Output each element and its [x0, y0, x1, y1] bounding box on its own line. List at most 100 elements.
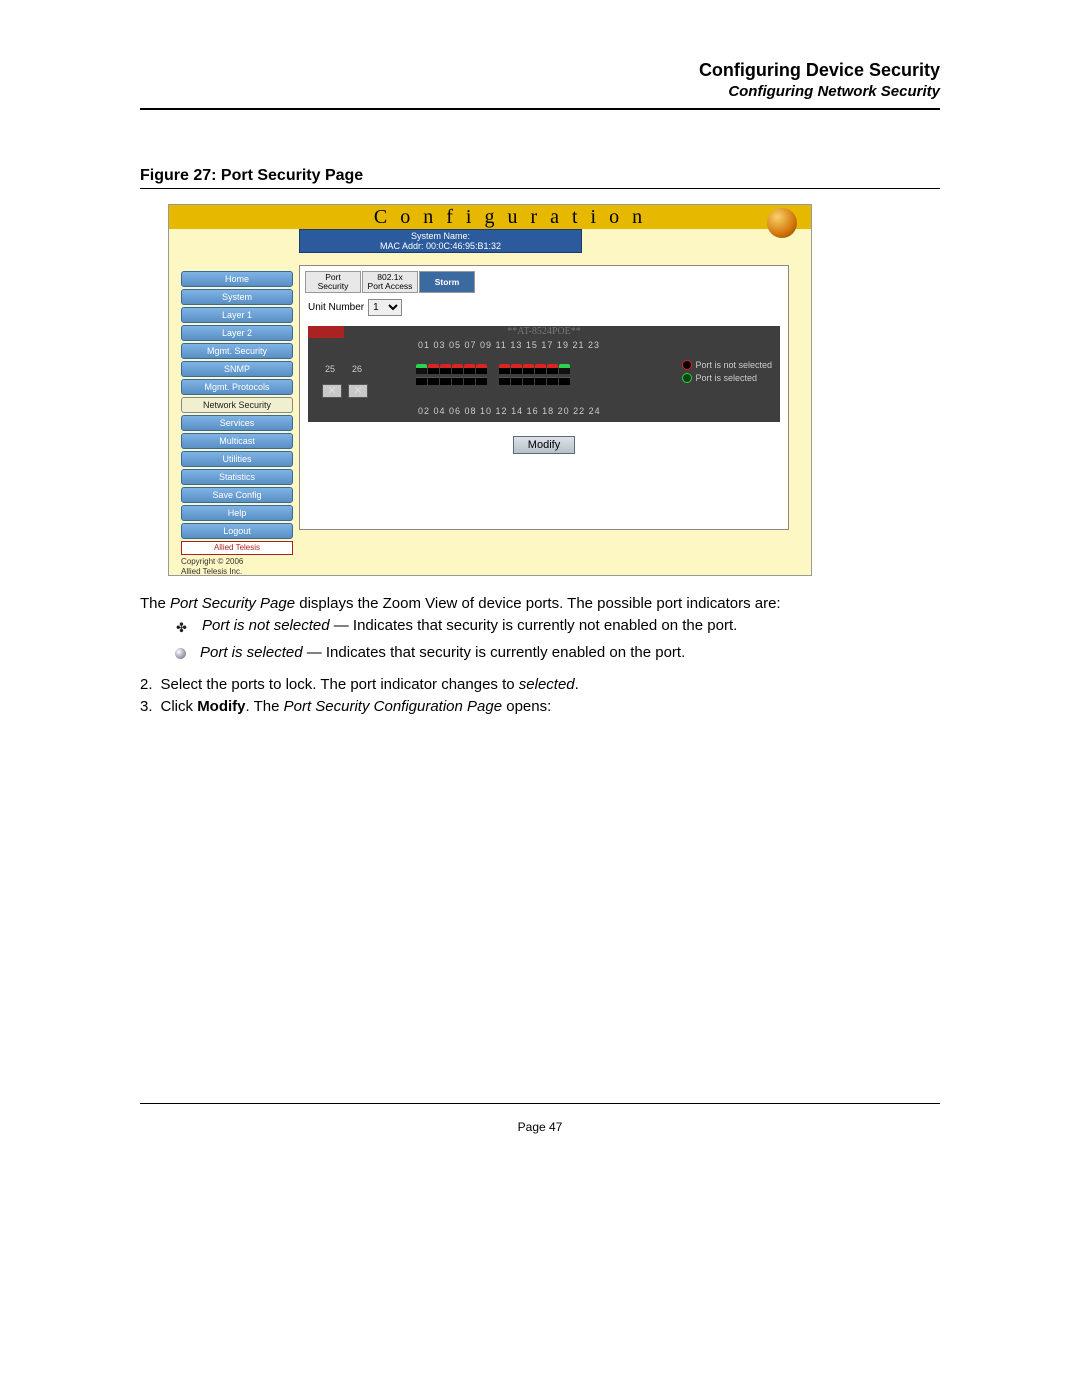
intro-paragraph: The Port Security Page displays the Zoom… [140, 593, 940, 614]
clover-icon [175, 621, 188, 634]
b1-b: — Indicates that security is currently n… [330, 617, 738, 634]
port-02-icon[interactable] [416, 377, 427, 385]
nav-statistics[interactable]: Statistics [181, 469, 293, 485]
port-23-icon[interactable] [559, 364, 570, 374]
nav-multicast[interactable]: Multicast [181, 433, 293, 449]
modify-button[interactable]: Modify [513, 436, 575, 454]
sfp-slots: ✕ ✕ [322, 384, 368, 398]
sfp-26-icon[interactable]: ✕ [348, 384, 368, 398]
port-16-icon[interactable] [511, 377, 522, 385]
header-title: Configuring Device Security [699, 60, 940, 81]
intro-c: displays the Zoom View of device ports. … [295, 595, 781, 612]
port-05-icon[interactable] [440, 364, 451, 374]
nav-mgmt-security[interactable]: Mgmt. Security [181, 343, 293, 359]
port-21-icon[interactable] [547, 364, 558, 374]
nav-system[interactable]: System [181, 289, 293, 305]
nav-layer1[interactable]: Layer 1 [181, 307, 293, 323]
footer-rule [140, 1103, 940, 1104]
tab-line2: Security [318, 281, 349, 291]
nav-layer2[interactable]: Layer 2 [181, 325, 293, 341]
screenshot-port-security: C o n f i g u r a t i o n System Name: M… [168, 204, 812, 576]
sphere-icon [175, 648, 186, 659]
step-2: 2. Select the ports to lock. The port in… [140, 676, 940, 693]
nav-logout[interactable]: Logout [181, 523, 293, 539]
port-22-icon[interactable] [547, 377, 558, 385]
port-nums-bot: 02 04 06 08 10 12 14 16 18 20 22 24 [418, 406, 601, 416]
tab-port-security[interactable]: Port Security [305, 271, 361, 293]
nav-mgmt-protocols[interactable]: Mgmt. Protocols [181, 379, 293, 395]
s3a: Click [161, 698, 198, 715]
port-bottom-row [416, 377, 570, 385]
port-nums-top: 01 03 05 07 09 11 13 15 17 19 21 23 [418, 340, 600, 350]
port-13-icon[interactable] [499, 364, 510, 374]
tab-storm-control[interactable]: Storm Control [419, 271, 475, 293]
bullet-selected: Port is selected — Indicates that securi… [175, 644, 940, 661]
port-17-icon[interactable] [523, 364, 534, 374]
sfp-25-icon[interactable]: ✕ [322, 384, 342, 398]
port-14-icon[interactable] [499, 377, 510, 385]
step3-num: 3. [140, 698, 153, 715]
sidebar-nav: Home System Layer 1 Layer 2 Mgmt. Securi… [181, 271, 293, 576]
tab-row: Port Security 802.1x Port Access Storm C… [300, 266, 788, 293]
header-rule [140, 108, 940, 110]
bullet-not-selected: Port is not selected — Indicates that se… [175, 617, 940, 634]
modify-row: Modify [300, 436, 788, 454]
s3b: Modify [197, 698, 245, 715]
device-view: **AT-8524POE** 01 03 05 07 09 11 13 15 1… [308, 326, 780, 422]
s3c: . The [246, 698, 284, 715]
s2a: Select the ports to lock. The port indic… [161, 676, 519, 693]
port-12-icon[interactable] [476, 377, 487, 385]
steps-list: 2. Select the ports to lock. The port in… [140, 676, 940, 720]
port-24-icon[interactable] [559, 377, 570, 385]
port-top-row [416, 364, 570, 374]
b2-b: — Indicates that security is currently e… [303, 644, 686, 661]
port-20-icon[interactable] [535, 377, 546, 385]
sidebar-brand: Allied Telesis [181, 541, 293, 555]
port-09-icon[interactable] [464, 364, 475, 374]
legend-selected-label: Port is selected [695, 373, 757, 383]
s2c: . [575, 676, 579, 693]
nav-utilities[interactable]: Utilities [181, 451, 293, 467]
nav-help[interactable]: Help [181, 505, 293, 521]
port-04-icon[interactable] [428, 377, 439, 385]
port-11-icon[interactable] [476, 364, 487, 374]
content-pane: Port Security 802.1x Port Access Storm C… [299, 265, 789, 530]
device-model: **AT-8524POE** [308, 326, 780, 337]
nav-network-security[interactable]: Network Security [181, 397, 293, 413]
figure-rule [140, 188, 940, 189]
legend-selected-icon [682, 373, 692, 383]
s3d: Port Security Configuration Page [284, 698, 502, 715]
page-header: Configuring Device Security Configuring … [699, 60, 940, 100]
system-name-label: System Name: [300, 231, 581, 241]
port-15-icon[interactable] [511, 364, 522, 374]
port-label-26: 26 [352, 364, 362, 374]
unit-label: Unit Number [308, 302, 364, 313]
b2-a: Port is selected [200, 644, 303, 661]
nav-home[interactable]: Home [181, 271, 293, 287]
bullet-list: Port is not selected — Indicates that se… [175, 617, 940, 671]
sidebar-copyright: Copyright © 2006 Allied Telesis Inc. All… [181, 557, 293, 576]
step2-num: 2. [140, 676, 153, 693]
port-08-icon[interactable] [452, 377, 463, 385]
port-03-icon[interactable] [428, 364, 439, 374]
unit-select[interactable]: 1 [368, 299, 402, 316]
legend-not-selected-icon [682, 360, 692, 370]
config-banner: C o n f i g u r a t i o n [169, 205, 811, 229]
port-07-icon[interactable] [452, 364, 463, 374]
unit-row: Unit Number 1 [300, 293, 788, 322]
nav-save-config[interactable]: Save Config [181, 487, 293, 503]
tab-8021x[interactable]: 802.1x Port Access [362, 271, 418, 293]
step-3: 3. Click Modify. The Port Security Confi… [140, 698, 940, 715]
globe-icon [767, 208, 797, 238]
nav-services[interactable]: Services [181, 415, 293, 431]
port-19-icon[interactable] [535, 364, 546, 374]
port-18-icon[interactable] [523, 377, 534, 385]
system-info-bar: System Name: MAC Addr: 00:0C:46:95:B1:32 [299, 229, 582, 253]
nav-snmp[interactable]: SNMP [181, 361, 293, 377]
device-legend: Port is not selected Port is selected [682, 360, 772, 386]
tab-label: Storm Control [432, 277, 462, 307]
header-subtitle: Configuring Network Security [699, 83, 940, 100]
port-01-icon[interactable] [416, 364, 427, 374]
port-10-icon[interactable] [464, 377, 475, 385]
port-06-icon[interactable] [440, 377, 451, 385]
